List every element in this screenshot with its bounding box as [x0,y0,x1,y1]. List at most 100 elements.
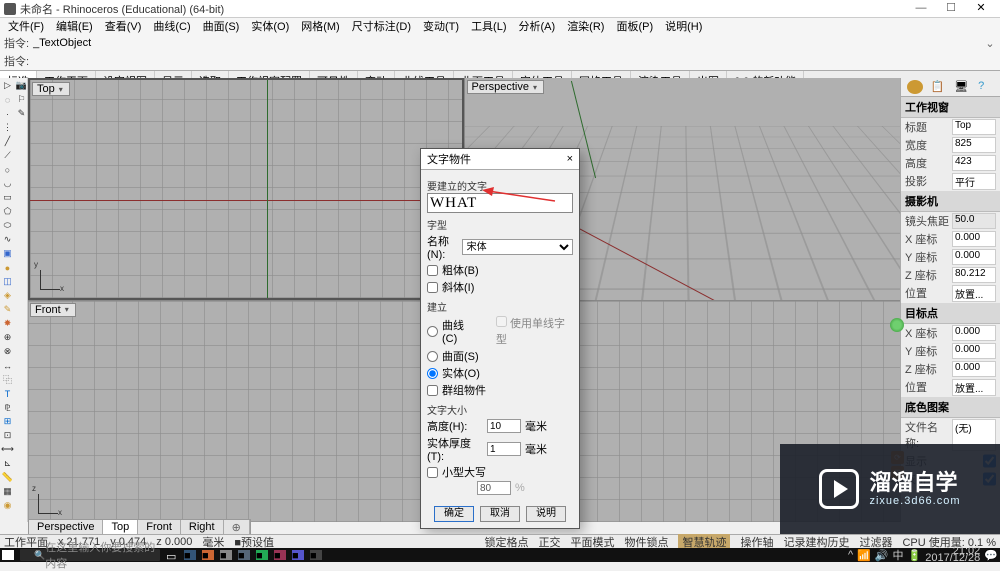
dialog-close-icon[interactable]: × [567,153,573,165]
explode-icon[interactable]: ✸ [1,317,14,330]
prop-width[interactable]: 825 [952,137,996,153]
prop-camy[interactable]: 0.000 [952,249,996,265]
grid-icon[interactable]: ▦ [1,485,14,498]
pointer-icon[interactable]: ▷ [1,79,14,92]
curve-icon[interactable]: ∿ [1,233,14,246]
prop-projection[interactable]: 平行 [952,173,996,190]
prop-height[interactable]: 423 [952,155,996,171]
tray-up-icon[interactable]: ^ [848,549,853,561]
viewport-label-persp[interactable]: Perspective [467,80,545,94]
misc2-icon[interactable]: ✎ [15,107,28,120]
italic-check[interactable] [427,282,438,293]
thickness-input[interactable] [487,442,521,456]
render2-icon[interactable]: ◉ [1,499,14,512]
cam-icon[interactable]: 📷 [15,79,28,92]
ext-icon[interactable]: ◫ [1,275,14,288]
circle-icon[interactable]: ○ [1,163,14,176]
menu-transform[interactable]: 变动(T) [417,18,465,34]
viewport-front[interactable]: Front zx [28,301,464,523]
sphere-icon[interactable]: ● [1,261,14,274]
dim2-icon[interactable]: ⊾ [1,457,14,470]
menu-analyze[interactable]: 分析(A) [513,18,562,34]
ellipse-icon[interactable]: ⬭ [1,219,14,232]
smallcaps-check[interactable] [427,467,438,478]
prop-camx[interactable]: 0.000 [952,231,996,247]
viewport-top[interactable]: Top yx [28,78,464,300]
lasso-icon[interactable]: ◌ [1,93,14,106]
move-icon[interactable]: ↔ [1,359,14,372]
t1-icon[interactable]: T [1,387,14,400]
close-button[interactable]: ✕ [966,0,996,18]
app8-icon[interactable]: ■ [310,550,322,560]
viewport-label-top[interactable]: Top [32,82,70,96]
prop-ty[interactable]: 0.000 [952,343,996,359]
box-icon[interactable]: ▣ [1,247,14,260]
app2-icon[interactable]: ■ [202,550,214,560]
radio-solid[interactable] [427,368,438,379]
minimize-button[interactable]: — [906,0,936,18]
app6-icon[interactable]: ■ [274,550,286,560]
polyline-icon[interactable]: ⟋ [1,149,14,162]
menu-mesh[interactable]: 网格(M) [295,18,346,34]
cancel-button[interactable]: 取消 [480,506,520,522]
tray-clock[interactable]: 21:022017/12/28 [925,548,980,562]
loft-icon[interactable]: ◈ [1,289,14,302]
prop-tz[interactable]: 0.000 [952,361,996,377]
rect-icon[interactable]: ▭ [1,191,14,204]
menu-curve[interactable]: 曲线(C) [147,18,196,34]
text-input[interactable] [427,193,573,213]
ok-button[interactable]: 确定 [434,506,474,522]
arc-icon[interactable]: ◡ [1,177,14,190]
tray-ime-icon[interactable]: 中 [893,547,904,563]
menu-help[interactable]: 说明(H) [659,18,708,34]
prop-tx[interactable]: 0.000 [952,325,996,341]
group-check[interactable] [427,385,438,396]
app4-icon[interactable]: ■ [238,550,250,560]
bold-check[interactable] [427,265,438,276]
t3-icon[interactable]: ⊞ [1,415,14,428]
panel-tab-display-icon[interactable]: 🖥 [954,80,970,94]
menu-view[interactable]: 查看(V) [99,18,148,34]
help-button[interactable]: 说明 [526,506,566,522]
radio-surface[interactable] [427,351,438,362]
height-input[interactable] [487,419,521,433]
font-select[interactable]: 宋体 [462,239,573,255]
tray-notif-icon[interactable]: 💬 [984,549,998,562]
menu-edit[interactable]: 编辑(E) [50,18,99,34]
tray-net-icon[interactable]: 📶 [857,549,871,562]
t4-icon[interactable]: ⊡ [1,429,14,442]
menu-render[interactable]: 渲染(R) [561,18,610,34]
points-icon[interactable]: ⋮ [1,121,14,134]
misc1-icon[interactable]: ⚐ [15,93,28,106]
vp-tab-top[interactable]: Top [103,520,138,535]
menu-tools[interactable]: 工具(L) [465,18,512,34]
line-icon[interactable]: ╱ [1,135,14,148]
panel-tab-help-icon[interactable]: ? [978,80,994,94]
start-icon[interactable] [2,550,14,560]
app1-icon[interactable]: ■ [184,550,196,560]
menu-file[interactable]: 文件(F) [2,18,50,34]
ruler-icon[interactable]: 📏 [1,471,14,484]
windows-search[interactable]: 🔍 在这里输入你要搜索的内容 [20,549,160,561]
tray-misc-icon[interactable]: 🔋 [908,549,922,562]
dim-icon[interactable]: ⟷ [1,443,14,456]
t2-icon[interactable]: ⅊ [1,401,14,414]
taskview-icon[interactable]: ▭ [166,550,178,560]
command-expand-icon[interactable]: ⌄ [984,37,996,50]
radio-curve[interactable] [427,326,438,337]
float-green-icon[interactable] [890,318,904,332]
prop-tpos[interactable]: 放置... [952,379,996,396]
panel-tab-layers-icon[interactable]: 📋 [931,80,947,94]
menu-dim[interactable]: 尺寸标注(D) [346,18,417,34]
menu-panel[interactable]: 面板(P) [610,18,659,34]
menu-surface[interactable]: 曲面(S) [197,18,246,34]
edit-icon[interactable]: ✎ [1,303,14,316]
copy2-icon[interactable]: ⿻ [1,373,14,386]
prop-campos[interactable]: 放置... [952,285,996,302]
other1-icon[interactable]: ⊕ [1,331,14,344]
tray-vol-icon[interactable]: 🔊 [875,549,889,562]
app5-icon[interactable]: ■ [256,550,268,560]
point-icon[interactable]: · [1,107,14,120]
prop-title[interactable]: Top [952,119,996,135]
menu-solid[interactable]: 实体(O) [245,18,295,34]
